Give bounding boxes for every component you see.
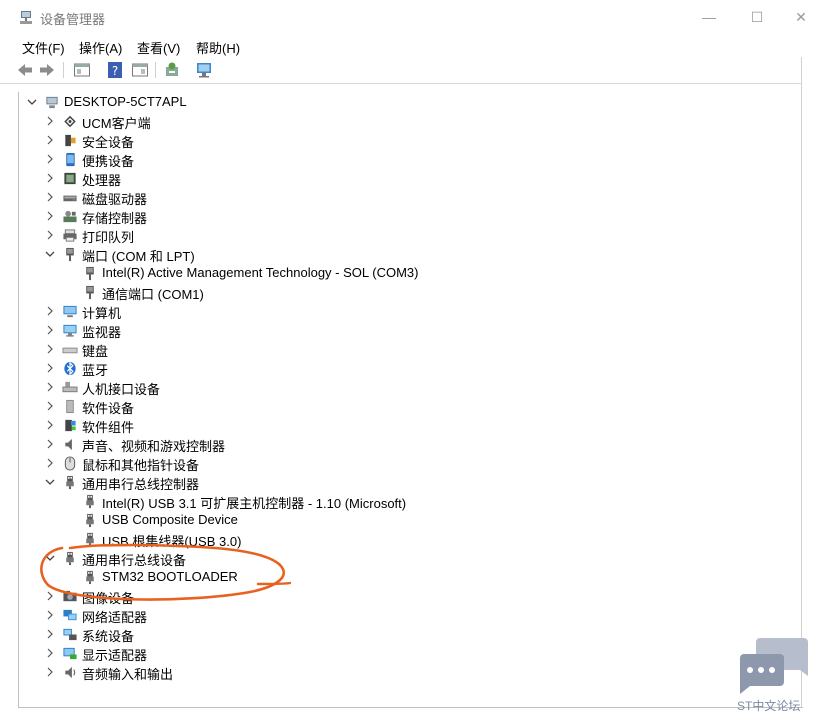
chevron-right-icon[interactable] [44, 456, 56, 470]
chevron-right-icon[interactable] [44, 171, 56, 185]
processor-icon [64, 172, 76, 185]
chevron-right-icon[interactable] [44, 209, 56, 223]
tree-item-label: USB 根集线器(USB 3.0) [102, 534, 242, 549]
chevron-right-icon[interactable] [44, 114, 56, 128]
keyboard-icon [62, 347, 78, 354]
tree-item-label: UCM客户端 [82, 116, 151, 131]
audio-io-icon [65, 666, 76, 679]
tree-item-label: 系统设备 [82, 629, 135, 644]
security-device-icon [65, 134, 76, 147]
chevron-right-icon[interactable] [44, 399, 56, 413]
bluetooth-icon [64, 361, 76, 376]
chevron-down-icon[interactable] [44, 551, 56, 565]
ucm-icon [64, 115, 76, 128]
mouse-icon [64, 456, 76, 471]
tree-item-label: 存储控制器 [82, 211, 148, 226]
chevron-right-icon[interactable] [44, 589, 56, 603]
device-manager-window: 设备管理器 — ☐ ✕ 文件(F) 操作(A) 查看(V) 帮助(H) ? DE… [0, 0, 814, 720]
network-adapter-icon [63, 609, 77, 621]
chevron-right-icon[interactable] [44, 133, 56, 147]
chevron-down-icon[interactable] [44, 247, 56, 261]
chevron-right-icon[interactable] [44, 361, 56, 375]
usb-icon [86, 513, 94, 528]
tree-item-label: 鼠标和其他指针设备 [82, 458, 200, 473]
printer-icon [63, 229, 77, 242]
tree-item-label: 声音、视频和游戏控制器 [82, 439, 226, 454]
tree-item-label: 图像设备 [82, 591, 135, 606]
tree-item-label: 通用串行总线设备 [82, 553, 187, 568]
chevron-right-icon[interactable] [44, 646, 56, 660]
software-device-icon [66, 399, 74, 414]
tree-item-label: 安全设备 [82, 135, 135, 150]
tree-item-label: Intel(R) USB 3.1 可扩展主机控制器 - 1.10 (Micros… [102, 496, 407, 511]
tree-item-label: 通信端口 (COM1) [102, 287, 204, 302]
chevron-right-icon[interactable] [44, 627, 56, 641]
hid-icon [62, 381, 78, 393]
chevron-right-icon[interactable] [44, 380, 56, 394]
watermark-text: ST中文论坛 [737, 699, 801, 713]
tree-item-label: 键盘 [82, 344, 109, 359]
chevron-right-icon[interactable] [44, 152, 56, 166]
chevron-right-icon[interactable] [44, 342, 56, 356]
port-icon [66, 247, 74, 262]
tree-item-label: 软件设备 [82, 401, 135, 416]
computer-icon [63, 305, 77, 318]
chevron-right-icon[interactable] [44, 190, 56, 204]
tree-item-label: DESKTOP-5CT7APL [64, 94, 187, 109]
storage-controller-icon [63, 210, 77, 223]
port-icon [86, 285, 94, 300]
tree-item-label: Intel(R) Active Management Technology - … [102, 265, 419, 280]
tree-item-label: 通用串行总线控制器 [82, 477, 200, 492]
computer-root-icon [46, 96, 58, 109]
tree-item-label: 音频输入和输出 [82, 667, 174, 682]
camera-icon [63, 590, 77, 602]
port-icon [86, 266, 94, 281]
tree-item-label: STM32 BOOTLOADER [102, 569, 238, 584]
software-component-icon [65, 419, 76, 432]
chevron-right-icon[interactable] [44, 323, 56, 337]
display-adapter-icon [63, 647, 77, 660]
monitor-icon [63, 324, 77, 337]
usb-icon [86, 570, 94, 585]
chevron-right-icon[interactable] [44, 665, 56, 679]
tree-item-label: 处理器 [82, 173, 122, 188]
sound-icon [65, 438, 72, 451]
portable-device-icon [66, 152, 75, 167]
tree-item-label: 网络适配器 [82, 610, 148, 625]
chevron-right-icon[interactable] [44, 437, 56, 451]
system-device-icon [63, 628, 77, 641]
chevron-right-icon[interactable] [44, 304, 56, 318]
usb-icon [66, 551, 74, 566]
chevron-right-icon[interactable] [44, 418, 56, 432]
tree-item-label: 蓝牙 [82, 363, 109, 378]
tree-item-label: 便携设备 [82, 154, 135, 169]
tree-item-label: USB Composite Device [102, 512, 238, 527]
tree-item-label: 计算机 [82, 306, 122, 321]
chevron-right-icon[interactable] [44, 228, 56, 242]
chevron-right-icon[interactable] [44, 608, 56, 622]
disk-drive-icon [63, 195, 77, 202]
usb-icon [86, 494, 94, 509]
tree-item-label: 端口 (COM 和 LPT) [82, 249, 195, 264]
tree-item-label: 人机接口设备 [82, 382, 161, 397]
chevron-down-icon[interactable] [26, 95, 38, 109]
tree-item-label: 软件组件 [82, 420, 135, 435]
tree-item-label: 打印队列 [82, 230, 135, 245]
tree-item-label: 监视器 [82, 325, 122, 340]
tree-item-label: 显示适配器 [82, 648, 148, 663]
usb-icon [86, 532, 94, 547]
tree-item-label: 磁盘驱动器 [82, 192, 148, 207]
chevron-down-icon[interactable] [44, 475, 56, 489]
usb-icon [66, 475, 74, 490]
